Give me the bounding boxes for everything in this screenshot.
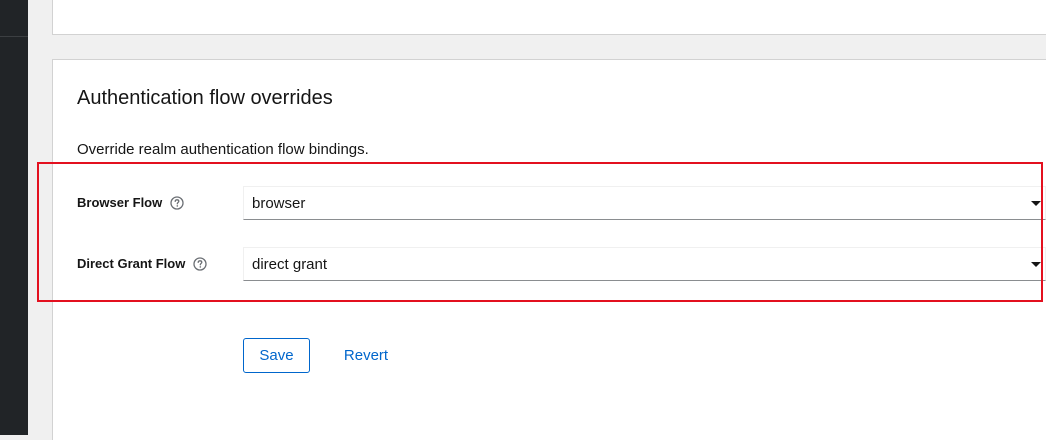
sidebar-divider — [0, 36, 28, 37]
section-description: Override realm authentication flow bindi… — [77, 141, 369, 158]
previous-section-card — [52, 0, 1046, 35]
revert-button[interactable]: Revert — [328, 338, 404, 373]
save-button[interactable]: Save — [243, 338, 310, 373]
section-title: Authentication flow overrides — [77, 87, 333, 109]
sidebar — [0, 0, 28, 435]
highlight-box — [37, 162, 1043, 302]
